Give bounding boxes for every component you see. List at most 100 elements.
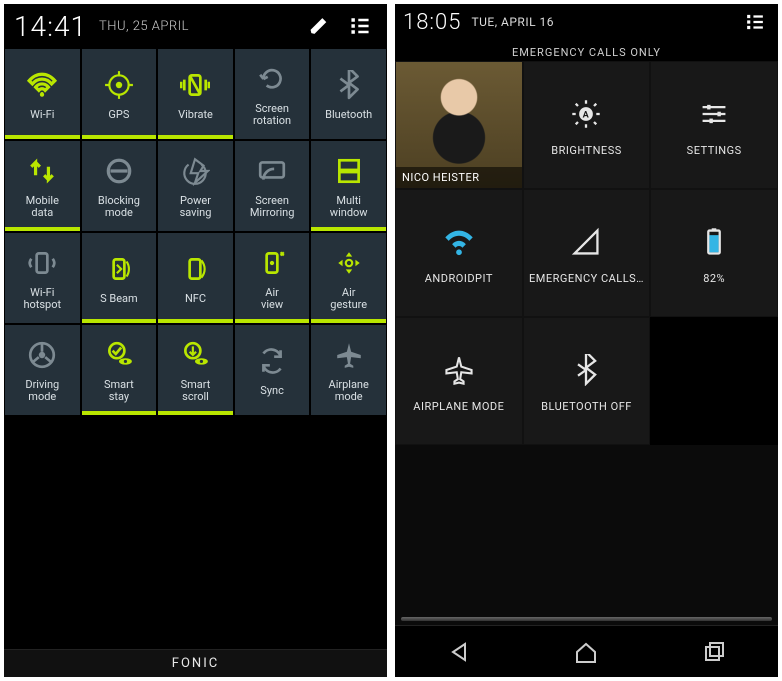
qs-tile-bluetooth-line[interactable]: BLUETOOTH OFF: [523, 317, 651, 445]
status-bar: 18:05 TUE, APRIL 16: [395, 4, 778, 40]
airplane-icon: [331, 337, 367, 373]
vibrate-icon: [177, 67, 213, 103]
tile-label: Airplane mode: [329, 379, 369, 403]
list-view-button[interactable]: [343, 9, 377, 43]
power-saving-icon: [177, 153, 213, 189]
tile-label: ANDROIDPIT: [425, 272, 493, 285]
tile-label: 82%: [703, 272, 725, 285]
hotspot-icon: [24, 245, 60, 281]
tile-label: Power saving: [180, 195, 212, 219]
tile-label: SETTINGS: [687, 144, 742, 157]
mobile-data-icon: [24, 153, 60, 189]
qs-tile-sync[interactable]: Sync: [234, 324, 311, 416]
clock: 18:05: [403, 10, 461, 35]
air-view-icon: [254, 245, 290, 281]
back-button[interactable]: [435, 634, 483, 670]
quick-settings-grid: NICO HEISTER BRIGHTNESS SETTINGS ANDROIDPIT…: [395, 61, 778, 445]
user-name: NICO HEISTER: [396, 167, 522, 188]
s-beam-icon: [101, 251, 137, 287]
tile-label: Sync: [260, 385, 284, 397]
rotate-icon: [254, 61, 290, 97]
qs-tile-blocking[interactable]: Blocking mode: [81, 140, 158, 232]
airplane-line-icon: [439, 350, 479, 390]
qs-tile-wifi-blue[interactable]: ANDROIDPIT: [395, 189, 523, 317]
signal-icon: [566, 222, 606, 262]
tile-label: EMERGENCY CALLS…: [529, 272, 644, 285]
home-button[interactable]: [562, 634, 610, 670]
driving-icon: [24, 337, 60, 373]
qs-tile-battery[interactable]: 82%: [650, 189, 778, 317]
tile-label: AIRPLANE MODE: [413, 400, 504, 413]
wifi-blue-icon: [439, 222, 479, 262]
qs-tile-nfc[interactable]: NFC: [157, 232, 234, 324]
qs-tile-signal[interactable]: EMERGENCY CALLS…: [523, 189, 651, 317]
smart-stay-icon: [101, 337, 137, 373]
qs-tile-rotate[interactable]: Screen rotation: [234, 48, 311, 140]
qs-tile-smart-stay[interactable]: Smart stay: [81, 324, 158, 416]
tile-label: Air view: [261, 287, 283, 311]
tile-label: Driving mode: [25, 379, 59, 403]
qs-tile-mirroring[interactable]: Screen Mirroring: [234, 140, 311, 232]
mirroring-icon: [254, 153, 290, 189]
qs-tile-s-beam[interactable]: S Beam: [81, 232, 158, 324]
qs-tile-airplane-line[interactable]: AIRPLANE MODE: [395, 317, 523, 445]
sync-icon: [254, 343, 290, 379]
qs-tile-brightness[interactable]: BRIGHTNESS: [523, 61, 651, 189]
tile-label: Bluetooth: [325, 109, 372, 121]
qs-tile-gps[interactable]: GPS: [81, 48, 158, 140]
stock-android-phone: 18:05 TUE, APRIL 16 EMERGENCY CALLS ONLY…: [395, 4, 778, 677]
blocking-icon: [101, 153, 137, 189]
quick-settings-grid: Wi-Fi GPS Vibrate Screen rotation Bluetooth M…: [4, 48, 387, 416]
gps-icon: [101, 67, 137, 103]
qs-tile-vibrate[interactable]: Vibrate: [157, 48, 234, 140]
nfc-icon: [177, 251, 213, 287]
qs-tile-airplane[interactable]: Airplane mode: [310, 324, 387, 416]
tile-label: Smart scroll: [181, 379, 211, 403]
wifi-icon: [24, 67, 60, 103]
qs-tile-multi-window[interactable]: Multi window: [310, 140, 387, 232]
air-gesture-icon: [331, 245, 367, 281]
tile-label: Blocking mode: [98, 195, 140, 219]
bluetooth-line-icon: [566, 350, 606, 390]
bluetooth-icon: [331, 67, 367, 103]
brightness-icon: [566, 94, 606, 134]
qs-tile-hotspot[interactable]: Wi-Fi hotspot: [4, 232, 81, 324]
tile-label: Wi-Fi: [30, 109, 54, 121]
tile-label: S Beam: [100, 293, 138, 305]
carrier-label: FONIC: [4, 649, 387, 677]
tile-label: Vibrate: [178, 109, 213, 121]
samsung-touchwiz-phone: 14:41 THU, 25 APRIL Wi-Fi GPS Vibrate Scree…: [4, 4, 387, 677]
battery-icon: [694, 222, 734, 262]
qs-tile-driving[interactable]: Driving mode: [4, 324, 81, 416]
multi-window-icon: [331, 153, 367, 189]
date: TUE, APRIL 16: [471, 15, 554, 29]
tile-label: BRIGHTNESS: [551, 144, 622, 157]
qs-tile-user[interactable]: NICO HEISTER: [395, 61, 523, 189]
edit-button[interactable]: [303, 9, 337, 43]
tile-label: BLUETOOTH OFF: [541, 400, 632, 413]
qs-tile-mobile-data[interactable]: Mobile data: [4, 140, 81, 232]
panel-body: [395, 445, 778, 677]
qs-tile-smart-scroll[interactable]: Smart scroll: [157, 324, 234, 416]
tile-label: Mobile data: [26, 195, 59, 219]
network-status: EMERGENCY CALLS ONLY: [395, 40, 778, 61]
tile-label: Multi window: [330, 195, 368, 219]
date: THU, 25 APRIL: [99, 19, 189, 34]
clock: 14:41: [14, 10, 87, 43]
qs-tile-bluetooth[interactable]: Bluetooth: [310, 48, 387, 140]
qs-tile-wifi[interactable]: Wi-Fi: [4, 48, 81, 140]
qs-tile-settings[interactable]: SETTINGS: [650, 61, 778, 189]
drag-handle[interactable]: [401, 617, 772, 621]
tile-label: Smart stay: [104, 379, 134, 403]
notification-body: FONIC: [4, 416, 387, 677]
tile-label: GPS: [108, 109, 129, 121]
settings-icon: [694, 94, 734, 134]
list-view-button[interactable]: [740, 7, 770, 37]
recent-button[interactable]: [690, 634, 738, 670]
qs-tile-power-saving[interactable]: Power saving: [157, 140, 234, 232]
status-bar: 14:41 THU, 25 APRIL: [4, 4, 387, 48]
tile-label: Screen rotation: [253, 103, 291, 127]
smart-scroll-icon: [177, 337, 213, 373]
qs-tile-air-view[interactable]: Air view: [234, 232, 311, 324]
qs-tile-air-gesture[interactable]: Air gesture: [310, 232, 387, 324]
